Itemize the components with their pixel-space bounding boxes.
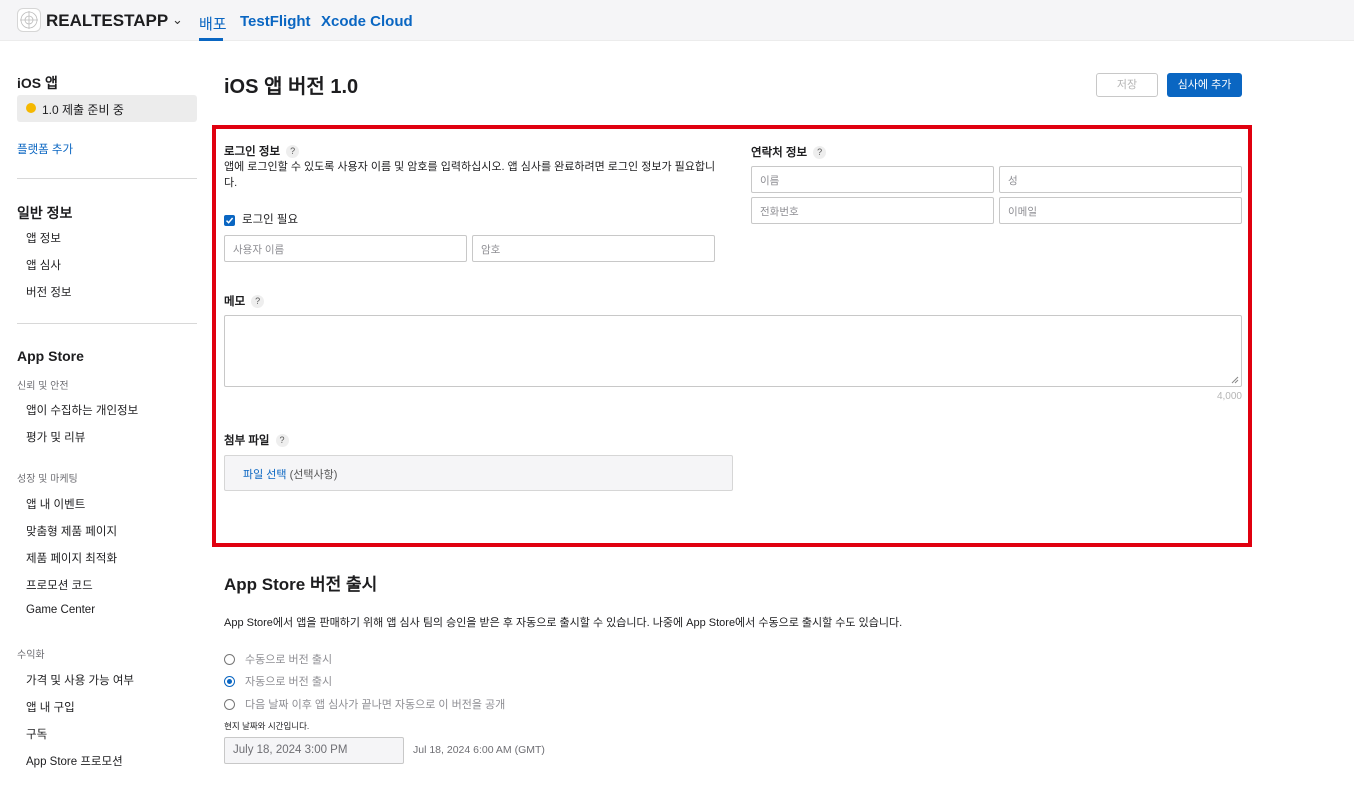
notes-textarea[interactable] [224, 315, 1242, 387]
add-for-review-button[interactable]: 심사에 추가 [1167, 73, 1242, 97]
sidebar-item-pricing[interactable]: 가격 및 사용 가능 여부 [26, 672, 134, 688]
app-grid-icon [20, 11, 38, 29]
sidebar-item-ratings[interactable]: 평가 및 리뷰 [26, 429, 85, 445]
attachment-label: 첨부 파일 [224, 435, 270, 447]
chevron-down-icon[interactable]: ⌄ [172, 12, 183, 28]
sidebar-subheader-monetize: 수익화 [17, 650, 45, 661]
radio-button[interactable] [224, 698, 235, 710]
sidebar-item-in-app-events[interactable]: 앱 내 이벤트 [26, 496, 85, 512]
sidebar-item-game-center[interactable]: Game Center [26, 604, 95, 616]
add-platform-link[interactable]: 플랫폼 추가 [17, 141, 73, 157]
contact-info-heading: 연락처 정보? [751, 144, 827, 160]
sidebar-item-appstore-promotions[interactable]: App Store 프로모션 [26, 753, 123, 769]
app-icon[interactable] [17, 8, 41, 32]
save-button[interactable]: 저장 [1096, 73, 1158, 97]
sidebar-item-version-info[interactable]: 버전 정보 [26, 284, 72, 300]
sidebar-general-header: 일반 정보 [17, 205, 73, 221]
sidebar: iOS 앱 1.0 제출 준비 중 플랫폼 추가 일반 정보 앱 정보 앱 심사… [0, 41, 210, 801]
file-chooser[interactable]: 파일 선택 (선택사항) [224, 455, 733, 491]
sidebar-divider [17, 178, 197, 179]
release-description: App Store에서 앱을 판매하기 위해 앱 심사 팀의 승인을 받은 후 … [224, 617, 903, 629]
notes-heading: 메모? [224, 293, 265, 309]
password-input[interactable]: 암호 [472, 235, 715, 262]
contact-info-label: 연락처 정보 [751, 147, 808, 159]
radio-label: 자동으로 버전 출시 [245, 676, 333, 688]
attachment-heading: 첨부 파일? [224, 432, 289, 448]
sidebar-appstore-header: App Store [17, 348, 84, 364]
choose-file-link[interactable]: 파일 선택 [243, 469, 287, 481]
login-required-checkbox[interactable] [224, 215, 235, 226]
sidebar-item-custom-pages[interactable]: 맞춤형 제품 페이지 [26, 523, 117, 539]
release-date-input[interactable]: July 18, 2024 3:00 PM [224, 737, 404, 764]
tab-distribution[interactable]: 배포 [199, 13, 227, 34]
email-input[interactable]: 이메일 [999, 197, 1242, 224]
radio-label: 수동으로 버전 출시 [245, 654, 333, 666]
phone-input[interactable]: 전화번호 [751, 197, 994, 224]
optional-note: (선택사항) [289, 469, 338, 481]
sidebar-subheader-trust: 신뢰 및 안전 [17, 381, 69, 392]
radio-option-scheduled[interactable]: 다음 날짜 이후 앱 심사가 끝나면 자동으로 이 버전을 공개 [224, 696, 505, 712]
resize-handle-icon[interactable] [1231, 376, 1239, 384]
sidebar-item-subscriptions[interactable]: 구독 [26, 726, 47, 742]
gmt-time-readout: Jul 18, 2024 6:00 AM (GMT) [413, 744, 545, 756]
radio-button[interactable] [224, 653, 235, 665]
top-bar: REALTESTAPP ⌄ 배포 TestFlight Xcode Cloud [0, 0, 1354, 41]
login-info-description: 앱에 로그인할 수 있도록 사용자 이름 및 암호를 입력하십시오. 앱 심사를… [224, 161, 716, 189]
login-required-label: 로그인 필요 [242, 214, 299, 226]
tab-testflight[interactable]: TestFlight [240, 13, 311, 30]
sidebar-item-page-optimization[interactable]: 제품 페이지 최적화 [26, 550, 117, 566]
release-section-title: App Store 버전 출시 [224, 575, 378, 594]
tab-xcode-cloud[interactable]: Xcode Cloud [321, 13, 413, 30]
sidebar-item-label: 1.0 제출 준비 중 [42, 103, 124, 117]
sidebar-ios-header: iOS 앱 [17, 75, 58, 91]
sidebar-divider [17, 323, 197, 324]
sidebar-item-app-review[interactable]: 앱 심사 [26, 257, 61, 273]
radio-option-manual[interactable]: 수동으로 버전 출시 [224, 651, 332, 667]
checkmark-icon [225, 217, 234, 224]
sidebar-item-promo-codes[interactable]: 프로모션 코드 [26, 577, 93, 593]
help-icon[interactable]: ? [275, 434, 289, 448]
sidebar-item-in-app-purchases[interactable]: 앱 내 구입 [26, 699, 75, 715]
sidebar-subheader-growth: 성장 및 마케팅 [17, 474, 78, 485]
status-dot-icon [26, 103, 36, 113]
help-icon[interactable]: ? [286, 145, 300, 159]
radio-label: 다음 날짜 이후 앱 심사가 끝나면 자동으로 이 버전을 공개 [245, 699, 506, 711]
notes-char-counter: 4,000 [1216, 391, 1242, 402]
help-icon[interactable]: ? [251, 295, 265, 309]
sidebar-item-app-info[interactable]: 앱 정보 [26, 230, 61, 246]
radio-button-selected[interactable] [224, 675, 235, 687]
sidebar-item-version-status[interactable]: 1.0 제출 준비 중 [17, 95, 197, 122]
username-input[interactable]: 사용자 이름 [224, 235, 467, 262]
sidebar-item-privacy[interactable]: 앱이 수집하는 개인정보 [26, 402, 138, 418]
login-info-heading: 로그인 정보? [224, 143, 300, 159]
first-name-input[interactable]: 이름 [751, 166, 994, 193]
help-icon[interactable]: ? [813, 146, 827, 160]
last-name-input[interactable]: 성 [999, 166, 1242, 193]
notes-label: 메모 [224, 296, 246, 308]
radio-option-automatic[interactable]: 자동으로 버전 출시 [224, 673, 332, 689]
login-info-label: 로그인 정보 [224, 146, 281, 158]
timezone-note: 현지 날짜와 시간입니다. [224, 721, 310, 731]
page-title: iOS 앱 버전 1.0 [224, 76, 359, 98]
app-name[interactable]: REALTESTAPP [46, 11, 168, 31]
